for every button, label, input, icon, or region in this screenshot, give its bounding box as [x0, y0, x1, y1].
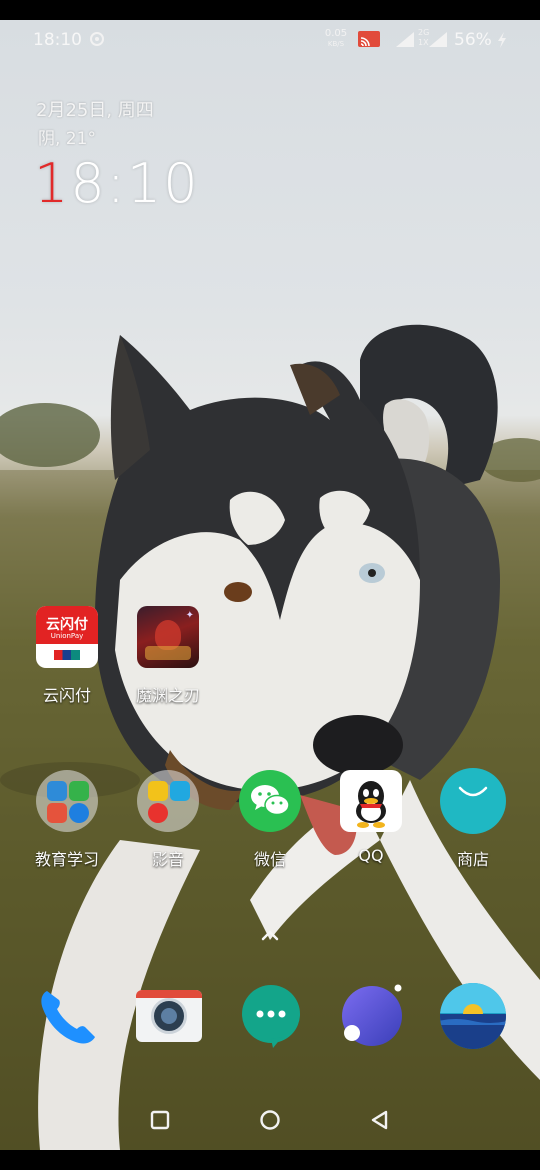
app-label: 微信 — [253, 850, 286, 869]
app-label: 云闪付 — [42, 686, 91, 705]
qq-icon — [340, 770, 402, 832]
app-label: QQ — [358, 846, 384, 865]
app-unionpay[interactable]: 云闪付 UnionPay 云闪付 — [19, 606, 115, 706]
bottom-frame — [0, 1150, 540, 1170]
charging-bolt-icon — [498, 32, 506, 48]
folder-icon — [36, 770, 98, 832]
notification-dot-icon — [90, 32, 104, 46]
assistant-icon[interactable] — [337, 981, 407, 1051]
cast-icon — [358, 31, 380, 47]
chevron-up-icon[interactable] — [259, 928, 281, 942]
game-icon: ✦ — [137, 606, 199, 668]
back-button[interactable] — [366, 1106, 394, 1134]
top-frame — [0, 0, 540, 20]
clock-time-rest: 8:10 — [70, 152, 200, 215]
unionpay-icon: 云闪付 UnionPay — [36, 606, 98, 668]
app-folder-media[interactable]: 影音 — [120, 770, 216, 870]
weather-icon[interactable] — [438, 981, 508, 1051]
signal-1-icon — [396, 32, 414, 47]
app-wechat[interactable]: 微信 — [222, 770, 318, 870]
status-bar: 18:10 0.05 KB/S 2G 1X 56% — [0, 20, 540, 60]
app-label: 魔渊之刃 — [135, 686, 200, 705]
folder-icon — [137, 770, 199, 832]
network-speed-value: 0.05 — [324, 28, 348, 39]
unionpay-icon-subtext: UnionPay — [50, 632, 84, 640]
store-icon — [440, 768, 506, 834]
app-moyuan[interactable]: ✦ 魔渊之刃 — [120, 606, 216, 706]
network-speed: 0.05 KB/S — [323, 28, 349, 50]
recents-button[interactable] — [146, 1106, 174, 1134]
app-label: 影音 — [151, 850, 184, 869]
app-folder-education[interactable]: 教育学习 — [19, 770, 115, 870]
home-button[interactable] — [256, 1106, 284, 1134]
signal-2-icon — [429, 32, 447, 47]
clock-time[interactable]: 18:10 — [34, 152, 200, 216]
app-store[interactable]: 商店 — [425, 768, 521, 870]
app-label: 教育学习 — [34, 850, 99, 869]
navigation-bar — [0, 1090, 540, 1150]
battery-percent: 56% — [454, 30, 492, 50]
wechat-icon — [239, 770, 301, 832]
camera-icon[interactable] — [134, 986, 204, 1056]
clock-weather[interactable]: 阴, 21° — [38, 124, 96, 149]
app-label: 商店 — [456, 850, 489, 869]
network-speed-unit: KB/S — [327, 40, 345, 48]
status-time: 18:10 — [33, 30, 82, 50]
clock-date[interactable]: 2月25日, 周四 — [36, 96, 154, 122]
phone-icon[interactable] — [33, 981, 103, 1051]
app-qq[interactable]: QQ — [323, 770, 419, 865]
messages-icon[interactable] — [236, 981, 306, 1051]
clock-time-accent: 1 — [34, 152, 71, 215]
unionpay-icon-text: 云闪付 — [46, 617, 88, 633]
